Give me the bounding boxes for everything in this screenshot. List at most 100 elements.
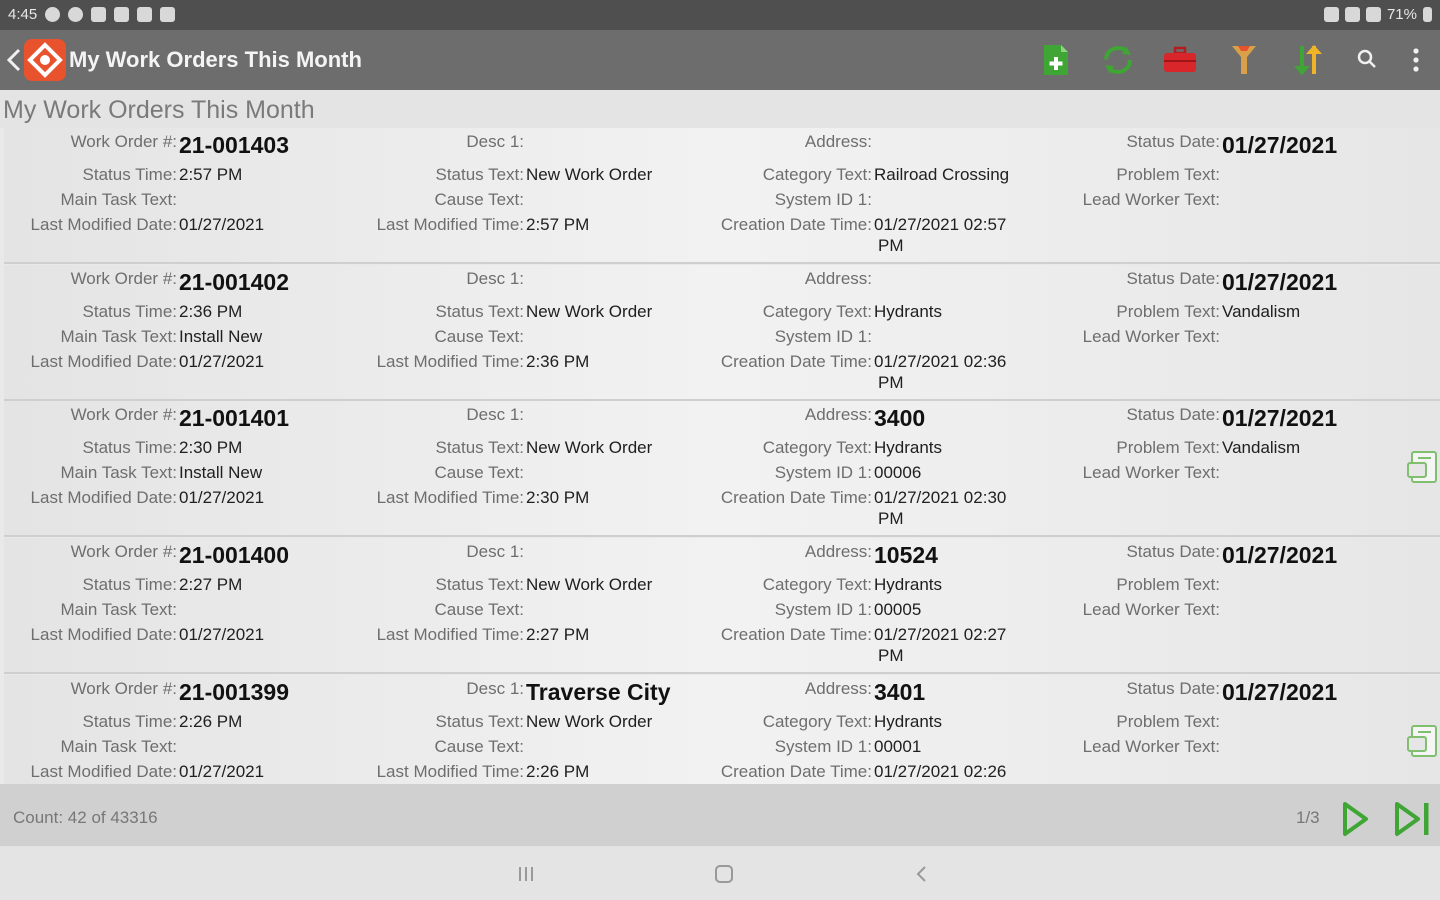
field-label: Main Task Text: xyxy=(60,600,177,620)
field-label: Problem Text: xyxy=(1116,575,1220,595)
field-label: Last Modified Time: xyxy=(376,761,524,781)
next-page-icon[interactable] xyxy=(1340,800,1370,838)
last-page-icon[interactable] xyxy=(1392,800,1434,838)
field-value: Install New xyxy=(179,463,263,483)
work-order-row[interactable]: Work Order #: 21-001401 Status Time: 2:30… xyxy=(4,401,1440,538)
field-label: Cause Text: xyxy=(434,190,524,209)
field-value: Vandalism xyxy=(1222,301,1301,321)
field-value: 01/27/2021 xyxy=(179,351,265,371)
field-label: System ID 1: xyxy=(774,326,872,346)
field-label: Status Time: xyxy=(82,575,177,595)
field-label: Category Text: xyxy=(762,301,872,321)
field-label: Desc 1: xyxy=(466,268,524,288)
field-label: Problem Text: xyxy=(1116,711,1220,731)
field-label: Main Task Text: xyxy=(60,190,177,209)
field-value: 2:36 PM xyxy=(179,301,243,321)
field-label: Work Order #: xyxy=(70,405,177,425)
field-value: 21-001403 xyxy=(179,132,289,158)
page-title: My Work Orders This Month xyxy=(3,96,315,124)
field-value: 00001 xyxy=(874,736,922,756)
field-value: 2:30 PM xyxy=(179,438,243,458)
field-label: Creation Date Time: xyxy=(720,488,872,508)
field-label: Status Date: xyxy=(1126,132,1220,151)
field-label: Work Order #: xyxy=(70,132,177,151)
field-label: Status Text: xyxy=(435,301,524,321)
field-value: 01/27/2021 02:27 xyxy=(874,625,1007,645)
field-value: 01/27/2021 xyxy=(179,761,265,781)
wifi-icon xyxy=(1344,7,1360,22)
field-label: Status Time: xyxy=(82,711,177,731)
field-value: 21-001399 xyxy=(179,678,289,705)
field-label: Cause Text: xyxy=(434,736,524,756)
filter-icon[interactable] xyxy=(1226,42,1262,78)
field-value: Hydrants xyxy=(874,711,943,731)
gallery-notification-icon xyxy=(91,7,107,22)
work-order-row[interactable]: Work Order #: 21-001399 Status Time: 2:26… xyxy=(4,674,1440,784)
back-arrow-icon[interactable] xyxy=(4,46,24,74)
field-value: 01/27/2021 xyxy=(179,215,265,234)
field-label: Work Order #: xyxy=(70,542,177,562)
notification-icon xyxy=(45,7,61,22)
field-value: 00005 xyxy=(874,600,922,620)
recent-apps-icon[interactable] xyxy=(514,862,538,886)
field-label: System ID 1: xyxy=(774,463,872,483)
field-value: 2:27 PM xyxy=(526,625,590,645)
field-value: Vandalism xyxy=(1222,438,1301,458)
toolbox-icon[interactable] xyxy=(1162,42,1198,78)
field-value: New Work Order xyxy=(526,438,653,458)
work-order-row[interactable]: Work Order #: 21-001403 Status Time: 2:57… xyxy=(4,128,1440,264)
refresh-icon[interactable] xyxy=(1100,42,1136,78)
field-label: Status Time: xyxy=(82,165,177,184)
field-label: Cause Text: xyxy=(434,463,524,483)
field-label: Lead Worker Text: xyxy=(1082,736,1220,756)
page-header: My Work Orders This Month xyxy=(0,90,1440,128)
add-document-icon[interactable] xyxy=(1038,42,1074,78)
clock: 4:45 xyxy=(8,6,38,23)
list-footer: Count: 42 of 43316 1/3 xyxy=(0,784,1440,846)
work-order-list[interactable]: Work Order #: 21-001403 Status Time: 2:57… xyxy=(0,128,1440,784)
home-icon[interactable] xyxy=(712,862,736,886)
field-label: Main Task Text: xyxy=(60,326,177,346)
field-value: 21-001402 xyxy=(179,268,289,295)
field-value: Hydrants xyxy=(874,438,943,458)
field-label: Status Text: xyxy=(435,575,524,595)
field-label: Main Task Text: xyxy=(60,463,177,483)
field-label: Cause Text: xyxy=(434,600,524,620)
attachment-icon[interactable] xyxy=(1406,449,1440,487)
field-label: Lead Worker Text: xyxy=(1082,600,1220,620)
system-status-bar: 4:45 71% xyxy=(0,0,1440,30)
field-value: 21-001401 xyxy=(179,405,289,432)
field-value: 01/27/2021 xyxy=(1222,268,1338,295)
field-label: Problem Text: xyxy=(1116,301,1220,321)
field-label: Last Modified Date: xyxy=(30,625,177,645)
field-value: 01/27/2021 xyxy=(1222,405,1338,432)
field-label: Status Date: xyxy=(1126,405,1220,425)
search-icon[interactable] xyxy=(1350,42,1386,78)
field-label: Work Order #: xyxy=(70,268,177,288)
field-label: Address: xyxy=(804,405,872,425)
field-label: Status Text: xyxy=(435,711,524,731)
field-value: 10524 xyxy=(874,542,938,569)
back-nav-icon[interactable] xyxy=(910,862,934,886)
field-label: Desc 1: xyxy=(466,132,524,151)
field-label: Problem Text: xyxy=(1116,438,1220,458)
more-vert-icon[interactable] xyxy=(1398,42,1434,78)
attachment-icon[interactable] xyxy=(1406,723,1440,761)
sort-icon[interactable] xyxy=(1290,42,1326,78)
field-label: Creation Date Time: xyxy=(720,625,872,645)
field-value: 01/27/2021 xyxy=(1222,542,1338,569)
field-value: Hydrants xyxy=(874,575,943,595)
field-value: 01/27/2021 xyxy=(179,488,265,508)
field-label: Last Modified Date: xyxy=(30,351,177,371)
field-value: New Work Order xyxy=(526,711,653,731)
work-order-row[interactable]: Work Order #: 21-001400 Status Time: 2:27… xyxy=(4,538,1440,675)
field-label: Problem Text: xyxy=(1116,165,1220,184)
field-value: 2:26 PM xyxy=(179,711,243,731)
field-label: Address: xyxy=(804,678,872,698)
field-value: New Work Order xyxy=(526,165,653,184)
field-label: Work Order #: xyxy=(70,678,177,698)
field-label: Last Modified Date: xyxy=(30,488,177,508)
app-logo xyxy=(24,39,66,81)
field-value: 3401 xyxy=(874,678,926,705)
work-order-row[interactable]: Work Order #: 21-001402 Status Time: 2:36… xyxy=(4,264,1440,401)
